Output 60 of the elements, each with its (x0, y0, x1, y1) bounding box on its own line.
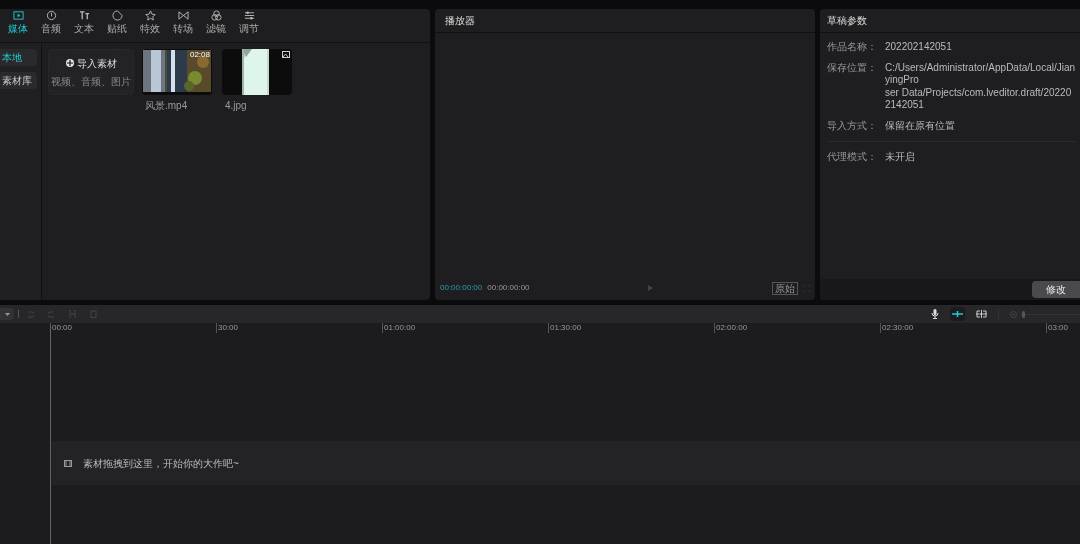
media-tab[interactable]: 音频 (35, 10, 67, 42)
media-tab[interactable]: 调节 (233, 10, 265, 42)
image-icon (282, 51, 290, 58)
image-thumbnail[interactable] (222, 49, 292, 95)
snap-icon[interactable] (950, 307, 965, 321)
time-tick-label: 02:00:00 (714, 323, 748, 333)
text-icon (78, 10, 90, 21)
panel-title: 草稿参数 (827, 14, 867, 28)
link-icon[interactable] (976, 310, 987, 318)
sticker-icon (111, 10, 123, 21)
field-value: 未开启 (885, 151, 915, 163)
dropdown-icon[interactable] (0, 308, 14, 320)
media-tab[interactable]: 媒体 (2, 10, 34, 42)
circles-icon (210, 10, 222, 21)
microphone-icon[interactable] (931, 309, 939, 319)
zoom-slider-thumb[interactable] (1022, 310, 1026, 318)
time-tick-label: 02:30:00 (880, 323, 914, 333)
sidebar-item[interactable]: 素材库 (0, 72, 37, 89)
redo-icon[interactable] (48, 310, 55, 318)
import-card[interactable]: 导入素材 视频、音频、图片 (48, 49, 134, 95)
modify-button[interactable]: 修改 (1032, 281, 1080, 298)
film-icon (64, 459, 72, 467)
time-tick-label: 01:30:00 (548, 323, 582, 333)
time-tick-label: 30:00 (216, 323, 239, 333)
disc-icon (45, 10, 57, 21)
media-tab[interactable]: 贴纸 (101, 10, 133, 42)
ratio-button[interactable]: 原始 (772, 281, 798, 295)
sliders-icon (243, 10, 255, 21)
video-icon (12, 10, 24, 21)
file-name: 4.jpg (224, 99, 248, 113)
media-tab[interactable]: 文本 (68, 10, 100, 42)
import-label: 导入素材 (76, 56, 117, 71)
field-value: 202202142051 (885, 41, 952, 53)
field-label: 代理模式： (827, 151, 878, 163)
file-name: 风景.mp4 (144, 99, 189, 113)
star-icon (144, 10, 156, 21)
media-tab[interactable]: 特效 (134, 10, 166, 42)
zoom-out-icon[interactable] (1010, 310, 1017, 318)
delete-icon[interactable] (90, 310, 97, 318)
current-time: 00:00:00:00 (440, 282, 483, 294)
play-icon[interactable] (648, 285, 654, 291)
field-value: 保留在原有位置 (885, 120, 955, 132)
time-tick-label: 01:00:00 (382, 323, 416, 333)
duration-label: 02:08 (189, 49, 210, 61)
field-value: ser Data/Projects/com.lveditor.draft/202202142051 (885, 87, 1073, 111)
drop-hint: 素材拖拽到这里，开始你的大作吧~ (83, 456, 239, 471)
total-time: 00:00:00:00 (487, 282, 530, 294)
media-tab[interactable]: 滤镜 (200, 10, 232, 42)
media-tab[interactable]: 转场 (167, 10, 199, 42)
field-label: 作品名称： (827, 41, 878, 53)
bowtie-icon (177, 10, 189, 21)
sidebar-item[interactable]: 本地 (0, 49, 37, 66)
undo-icon[interactable] (27, 310, 34, 318)
field-label: 导入方式： (827, 120, 878, 132)
video-thumbnail[interactable]: 02:08 (142, 49, 212, 95)
field-label: 保存位置： (827, 62, 878, 75)
plus-icon (65, 59, 74, 67)
time-tick-label: 03:00 (1046, 323, 1069, 333)
panel-title: 播放器 (445, 14, 475, 28)
import-hint: 视频、音频、图片 (51, 74, 131, 89)
